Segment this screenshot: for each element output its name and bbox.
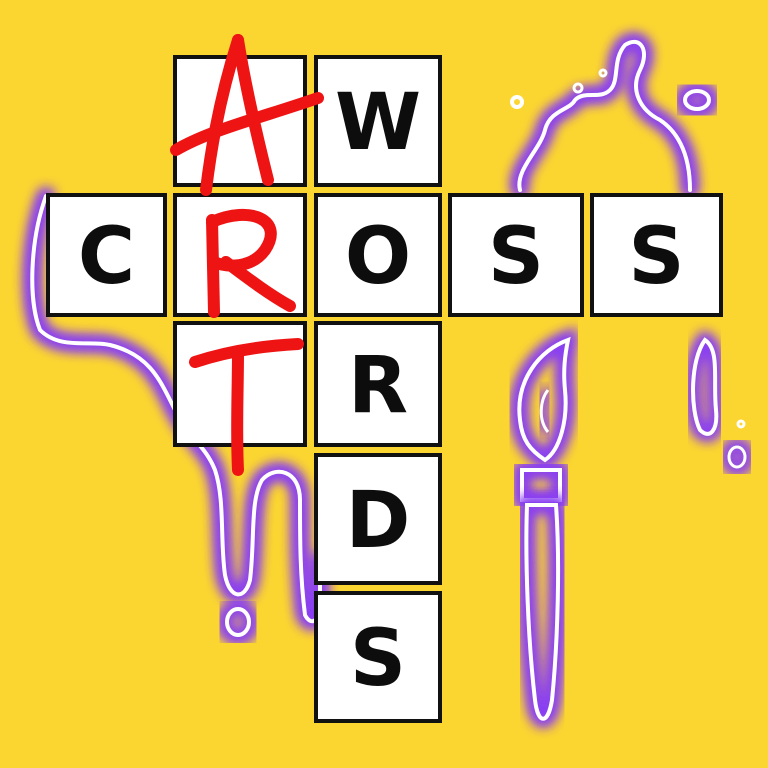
tile-cross-c: C — [46, 193, 167, 317]
letter-o: O — [344, 212, 412, 302]
tile-words-r: R — [314, 321, 442, 447]
letter-c: C — [77, 212, 136, 302]
tile-words-d: D — [314, 453, 442, 585]
letter-d: D — [345, 476, 411, 566]
tile-words-w: W — [314, 55, 442, 187]
tile-cross-s2: S — [590, 193, 723, 317]
letter-s: S — [628, 212, 685, 302]
letter-s: S — [349, 614, 407, 704]
tile-cross-r — [173, 193, 307, 317]
tile-cross-o: O — [314, 193, 442, 317]
tile-art-a — [173, 55, 307, 187]
letter-r: R — [347, 341, 409, 431]
app-icon: W C O S S R D S — [0, 0, 768, 768]
tile-words-s: S — [314, 591, 442, 723]
tile-cross-s1: S — [448, 193, 584, 317]
letter-s: S — [487, 212, 545, 302]
tile-art-t — [173, 321, 307, 447]
letter-w: W — [334, 78, 422, 168]
